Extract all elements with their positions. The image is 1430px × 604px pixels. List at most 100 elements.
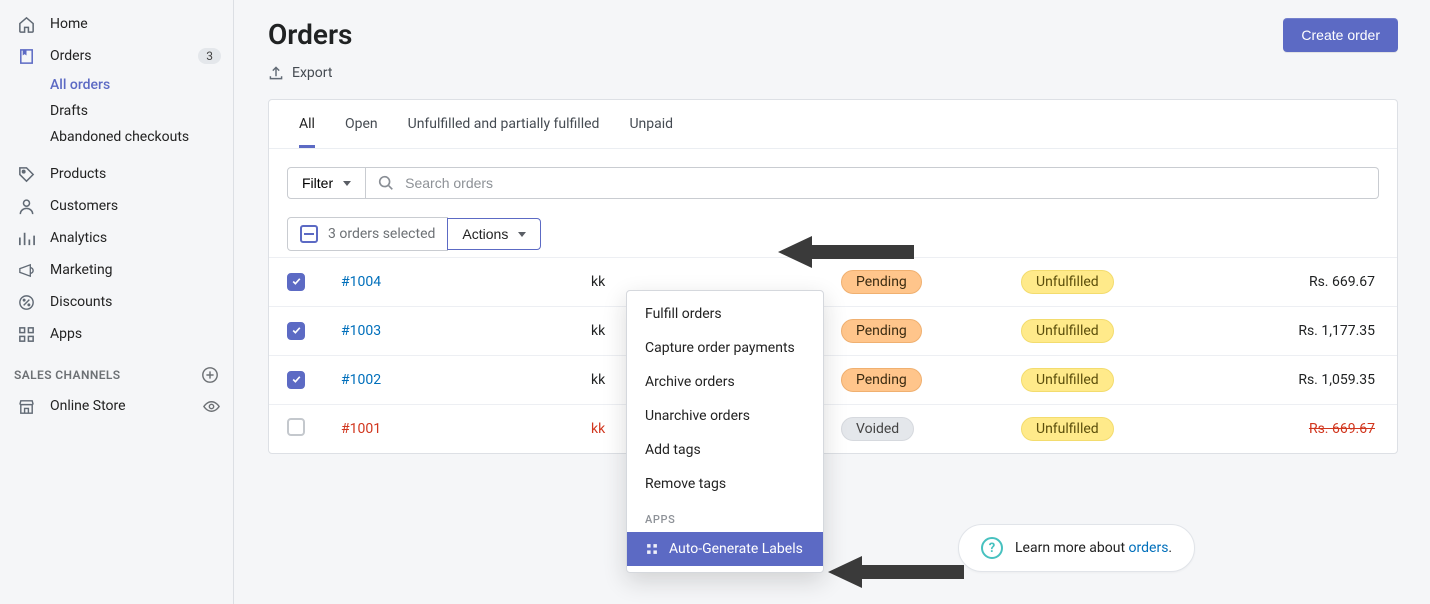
- action-unarchive-orders[interactable]: Unarchive orders: [627, 399, 823, 433]
- sidebar-item-marketing[interactable]: Marketing: [0, 254, 233, 286]
- discount-icon: [16, 292, 36, 312]
- action-auto-generate-labels[interactable]: Auto-Generate Labels: [627, 532, 823, 566]
- apps-icon: [16, 324, 36, 344]
- storefront-icon: [16, 396, 36, 416]
- filter-label: Filter: [302, 175, 333, 191]
- sidebar-item-label: Online Store: [50, 398, 126, 414]
- order-id-link[interactable]: #1002: [341, 372, 381, 388]
- action-remove-tags[interactable]: Remove tags: [627, 467, 823, 501]
- row-checkbox[interactable]: [287, 371, 305, 389]
- sidebar-item-products[interactable]: Products: [0, 158, 233, 190]
- sidebar-item-discounts[interactable]: Discounts: [0, 286, 233, 318]
- bulk-actions-button[interactable]: Actions: [447, 218, 541, 250]
- search-field[interactable]: [365, 167, 1379, 199]
- indeterminate-checkbox-icon: [300, 225, 318, 243]
- sidebar-item-label: Products: [50, 166, 106, 182]
- filter-button[interactable]: Filter: [287, 167, 366, 199]
- app-icon: [645, 542, 659, 556]
- table-row: #1002kkPendingUnfulfilledRs. 1,059.35: [269, 356, 1397, 405]
- table-row: #1001kkVoidedUnfulfilledRs. 669.67: [269, 405, 1397, 454]
- table-row: #1004kkPendingUnfulfilledRs. 669.67: [269, 258, 1397, 307]
- fulfillment-badge: Unfulfilled: [1021, 368, 1114, 392]
- export-label: Export: [292, 65, 332, 81]
- order-id-link[interactable]: #1001: [341, 421, 381, 437]
- sidebar-item-customers[interactable]: Customers: [0, 190, 233, 222]
- payment-badge: Pending: [841, 319, 922, 343]
- sidebar-item-label: Customers: [50, 198, 118, 214]
- person-icon: [16, 196, 36, 216]
- megaphone-icon: [16, 260, 36, 280]
- orders-table: #1004kkPendingUnfulfilledRs. 669.67#1003…: [269, 257, 1397, 453]
- order-amount: Rs. 669.67: [1203, 405, 1397, 454]
- export-icon: [268, 65, 284, 81]
- sidebar-item-label: Home: [50, 16, 88, 32]
- sidebar: Home Orders 3 All orders Drafts Abandone…: [0, 0, 234, 604]
- payment-badge: Pending: [841, 368, 922, 392]
- sidebar-sub-all-orders[interactable]: All orders: [0, 72, 233, 98]
- order-amount: Rs. 1,177.35: [1203, 307, 1397, 356]
- dropdown-apps-heading: APPS: [627, 501, 823, 532]
- caret-down-icon: [343, 181, 351, 186]
- order-id-link[interactable]: #1004: [341, 274, 381, 290]
- search-icon: [377, 174, 395, 192]
- learn-more-link[interactable]: orders: [1129, 540, 1169, 556]
- help-icon: ?: [981, 537, 1003, 559]
- action-capture-payments[interactable]: Capture order payments: [627, 331, 823, 365]
- order-id-link[interactable]: #1003: [341, 323, 381, 339]
- sidebar-item-home[interactable]: Home: [0, 8, 233, 40]
- action-add-tags[interactable]: Add tags: [627, 433, 823, 467]
- payment-badge: Pending: [841, 270, 922, 294]
- tag-icon: [16, 164, 36, 184]
- sidebar-sub-drafts[interactable]: Drafts: [0, 98, 233, 124]
- order-amount: Rs. 669.67: [1203, 258, 1397, 307]
- order-amount: Rs. 1,059.35: [1203, 356, 1397, 405]
- caret-down-icon: [518, 232, 526, 237]
- fulfillment-badge: Unfulfilled: [1021, 319, 1114, 343]
- action-archive-orders[interactable]: Archive orders: [627, 365, 823, 399]
- bulk-selected-text: 3 orders selected: [328, 226, 435, 242]
- sidebar-channel-online-store[interactable]: Online Store: [0, 390, 233, 422]
- actions-dropdown: Fulfill orders Capture order payments Ar…: [626, 290, 824, 573]
- learn-more-text: Learn more about orders.: [1015, 540, 1172, 556]
- tab-all[interactable]: All: [299, 100, 315, 148]
- barchart-icon: [16, 228, 36, 248]
- sidebar-item-analytics[interactable]: Analytics: [0, 222, 233, 254]
- sales-channels-label: SALES CHANNELS: [0, 350, 233, 390]
- sidebar-item-label: Orders: [50, 48, 92, 64]
- sidebar-sub-abandoned[interactable]: Abandoned checkouts: [0, 124, 233, 150]
- view-store-icon[interactable]: [202, 397, 221, 416]
- tab-unpaid[interactable]: Unpaid: [629, 100, 673, 148]
- sidebar-item-label: Discounts: [50, 294, 112, 310]
- row-checkbox[interactable]: [287, 322, 305, 340]
- home-icon: [16, 14, 36, 34]
- sidebar-item-label: Marketing: [50, 262, 113, 278]
- fulfillment-badge: Unfulfilled: [1021, 417, 1114, 441]
- row-checkbox[interactable]: [287, 273, 305, 291]
- sidebar-sub-label: Abandoned checkouts: [50, 129, 189, 145]
- export-button[interactable]: Export: [268, 65, 352, 81]
- create-order-button[interactable]: Create order: [1283, 18, 1398, 52]
- sidebar-sub-label: All orders: [50, 77, 110, 93]
- table-row: #1003kkPendingUnfulfilledRs. 1,177.35: [269, 307, 1397, 356]
- tab-unfulfilled[interactable]: Unfulfilled and partially fulfilled: [408, 100, 600, 148]
- action-fulfill-orders[interactable]: Fulfill orders: [627, 297, 823, 331]
- sidebar-sub-label: Drafts: [50, 103, 88, 119]
- learn-more-pill: ? Learn more about orders.: [958, 524, 1195, 572]
- row-checkbox[interactable]: [287, 418, 305, 436]
- search-input[interactable]: [405, 175, 1366, 191]
- tabs: All Open Unfulfilled and partially fulfi…: [269, 100, 1397, 149]
- add-channel-icon[interactable]: [201, 366, 219, 384]
- annotation-arrow-auto-generate: [828, 548, 968, 596]
- bulk-selection-indicator[interactable]: 3 orders selected: [287, 217, 448, 251]
- tab-open[interactable]: Open: [345, 100, 378, 148]
- sidebar-item-label: Apps: [50, 326, 82, 342]
- orders-card: All Open Unfulfilled and partially fulfi…: [268, 99, 1398, 454]
- bulk-actions-label: Actions: [462, 226, 508, 242]
- fulfillment-badge: Unfulfilled: [1021, 270, 1114, 294]
- sidebar-item-apps[interactable]: Apps: [0, 318, 233, 350]
- sidebar-item-orders[interactable]: Orders 3: [0, 40, 233, 72]
- page-title: Orders: [268, 18, 352, 51]
- main-content: Orders Export Create order All Open Unfu…: [234, 0, 1430, 604]
- orders-badge: 3: [198, 48, 221, 64]
- sidebar-item-label: Analytics: [50, 230, 107, 246]
